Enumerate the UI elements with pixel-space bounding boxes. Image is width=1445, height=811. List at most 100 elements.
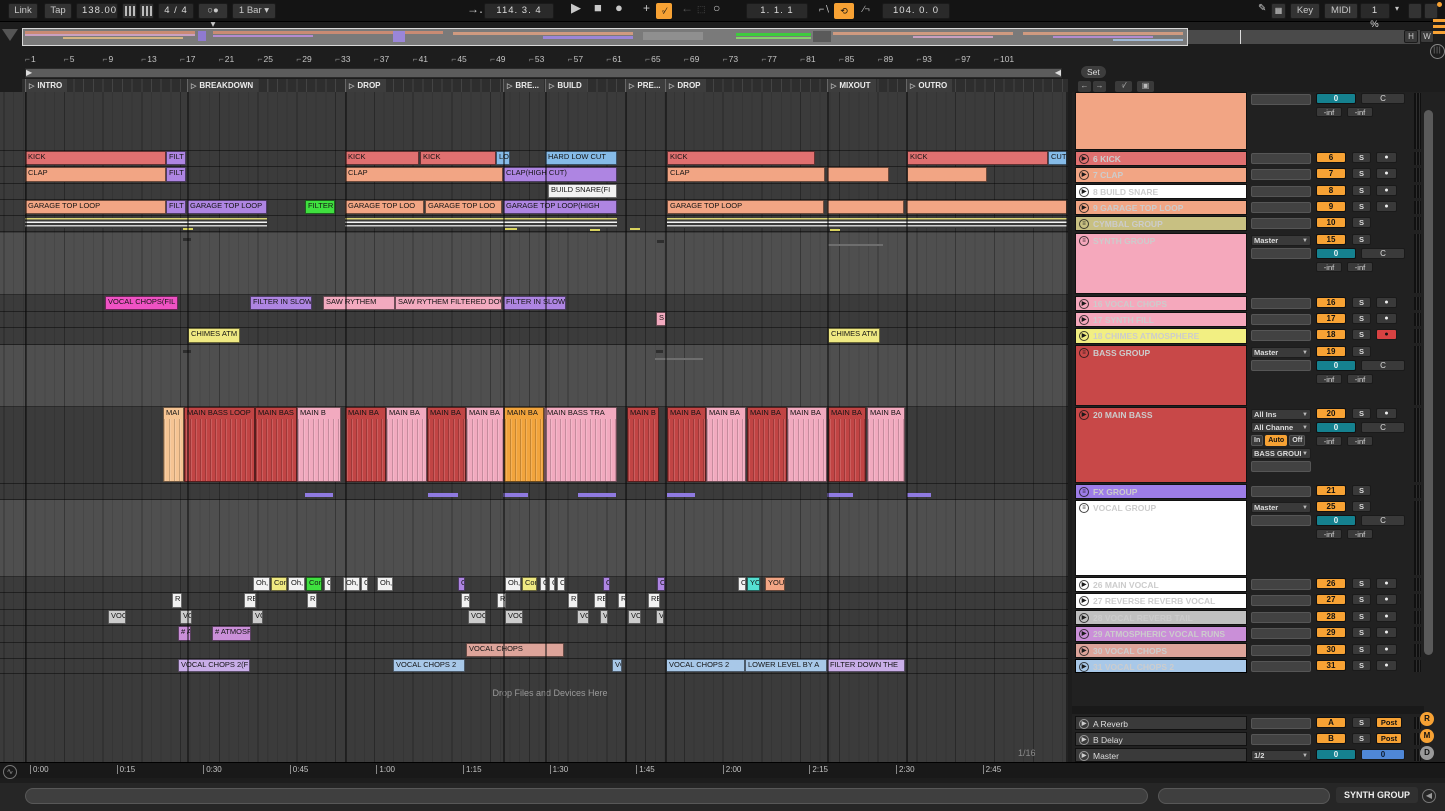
clip[interactable]: RE [244, 593, 256, 608]
solo-button[interactable]: S [1352, 611, 1371, 622]
nudge-up-button[interactable] [139, 3, 154, 19]
clip[interactable]: MAI [163, 407, 184, 482]
collapse-status-icon[interactable]: ◀ [1422, 789, 1436, 803]
clip[interactable]: C [361, 577, 368, 591]
solo-button[interactable]: S [1352, 152, 1371, 163]
clip[interactable]: SAW RYTHEM [323, 296, 395, 310]
io-box[interactable] [1251, 186, 1311, 197]
clip[interactable]: KICK [345, 151, 419, 165]
solo-button[interactable]: S [1352, 578, 1371, 589]
master-name-cell[interactable]: ▶Master [1075, 748, 1247, 762]
clip[interactable]: FILTER [305, 200, 335, 214]
clip[interactable]: O [738, 577, 746, 591]
solo-button[interactable]: S [1352, 594, 1371, 605]
clip[interactable]: FILT [166, 167, 186, 182]
clip[interactable] [906, 200, 1067, 214]
send-a-field[interactable]: -inf [1316, 374, 1342, 384]
track-activator[interactable]: 20 [1316, 408, 1346, 419]
clip[interactable]: Oh, [288, 577, 305, 591]
clip[interactable]: BUILD SNARE(FI [548, 184, 617, 198]
clip[interactable]: MAIN B [627, 407, 659, 482]
solo-button[interactable]: S [1352, 185, 1371, 196]
track-name-cell[interactable]: ▶9 GARAGE TOP LOOP [1075, 200, 1247, 215]
zoom-height-button[interactable]: H [1404, 30, 1418, 43]
pan-field[interactable]: C [1361, 248, 1405, 259]
clip[interactable]: CUT [1048, 151, 1067, 165]
punch-in-icon[interactable]: ⌐∖ [814, 2, 835, 18]
clip[interactable]: GARAGE TOP LOO [345, 200, 424, 214]
clip[interactable]: YO [747, 577, 760, 591]
computer-midi-keyboard-icon[interactable]: ▦ [1271, 3, 1286, 19]
audio-engine-icon[interactable]: ∿ [3, 765, 17, 779]
clip[interactable]: MAIN BA [466, 407, 504, 482]
return-name-cell[interactable]: ▶B Delay [1075, 732, 1247, 746]
tap-tempo-button[interactable]: Tap [44, 3, 72, 19]
nudge-down-button[interactable] [122, 3, 137, 19]
solo-button[interactable]: S [1352, 501, 1371, 512]
routing-menu[interactable]: All Channe ▼ [1251, 422, 1311, 433]
clip[interactable]: FILTER IN SLOWL [250, 296, 312, 310]
master-volume-field[interactable]: 0 [1316, 749, 1356, 760]
solo-button[interactable]: S [1352, 234, 1371, 245]
io-box[interactable] [1251, 612, 1311, 623]
send-a-field[interactable]: -inf [1316, 262, 1342, 272]
clip[interactable]: R [172, 593, 182, 608]
clip[interactable]: Oh, [377, 577, 393, 591]
loop-end-marker[interactable]: ◀ [1055, 68, 1061, 77]
volume-field[interactable]: 0 [1316, 248, 1356, 259]
io-show-icon[interactable]: ||| [1430, 44, 1445, 59]
clip[interactable]: O [657, 577, 665, 591]
track-activator[interactable]: 28 [1316, 611, 1346, 622]
track-activator[interactable]: 19 [1316, 346, 1346, 357]
solo-button[interactable]: S [1352, 717, 1371, 728]
io-box[interactable] [1251, 734, 1311, 745]
locator-drop[interactable]: ▷DROP [665, 79, 706, 92]
io-box[interactable] [1251, 248, 1311, 259]
locator-drop[interactable]: ▷DROP [345, 79, 386, 92]
arm-button[interactable]: ● [1376, 578, 1397, 589]
track-activator[interactable]: 26 [1316, 578, 1346, 589]
clip[interactable]: MAIN BA [828, 407, 866, 482]
locator-outro[interactable]: ▷OUTRO [906, 79, 952, 92]
punch-out-icon[interactable]: ∕¬ [858, 2, 875, 18]
monitor-auto[interactable]: Auto [1265, 435, 1287, 446]
clip[interactable]: R [461, 593, 470, 608]
clip[interactable]: Con [271, 577, 287, 591]
track-name-cell[interactable]: ▶17 SYNTH FILL [1075, 312, 1247, 327]
return-name-cell[interactable]: ▶A Reverb [1075, 716, 1247, 730]
clip[interactable]: MAIN BA [386, 407, 427, 482]
clip[interactable]: # A [178, 626, 191, 641]
routing-menu[interactable]: Master ▼ [1251, 502, 1311, 513]
clip[interactable]: Con [306, 577, 322, 591]
clip[interactable]: MAIN B [297, 407, 341, 482]
track-activator[interactable]: 27 [1316, 594, 1346, 605]
locator-pre[interactable]: ▷PRE... [625, 79, 666, 92]
track-activator[interactable]: 7 [1316, 168, 1346, 179]
loop-length-field[interactable]: 104. 0. 0 [882, 3, 950, 19]
quantize-menu[interactable]: 1 Bar ▾ [232, 3, 276, 19]
track-name-cell[interactable]: ≡VOCAL GROUP [1075, 500, 1247, 576]
bar-ruler[interactable]: ⌐1⌐5⌐9⌐13⌐17⌐21⌐25⌐29⌐33⌐37⌐41⌐45⌐49⌐53⌐… [0, 54, 1072, 67]
track-name-cell[interactable]: ≡CYMBAL GROUP [1075, 216, 1247, 231]
clip[interactable]: VO [612, 659, 622, 672]
clip[interactable]: RE [594, 593, 606, 608]
metronome-icon[interactable]: ○● ▾ [198, 3, 228, 19]
overdub-icon[interactable]: + [638, 1, 655, 17]
io-box[interactable] [1251, 360, 1311, 371]
arm-button[interactable]: ● [1376, 185, 1397, 196]
routing-menu[interactable]: All Ins ▼ [1251, 409, 1311, 420]
solo-button[interactable]: S [1352, 168, 1371, 179]
clip[interactable]: HARD LOW CUT [545, 151, 617, 165]
track-name-cell[interactable]: ▶30 VOCAL CHOPS [1075, 643, 1247, 658]
io-box[interactable] [1251, 298, 1311, 309]
clip[interactable]: RE [648, 593, 660, 608]
track-activator[interactable]: 29 [1316, 627, 1346, 638]
clip[interactable]: VOC [468, 610, 486, 624]
locator-row[interactable]: ▷INTRO▷BREAKDOWN▷DROP▷BRE...▷BUILD▷PRE..… [22, 79, 1068, 92]
clip[interactable]: MAIN BASS TRA [544, 407, 617, 482]
link-button[interactable]: Link [8, 3, 38, 19]
solo-button[interactable]: S [1352, 660, 1371, 671]
clip[interactable]: MAIN BA [747, 407, 787, 482]
arm-button[interactable]: ● [1376, 408, 1397, 419]
arm-button[interactable]: ● [1376, 594, 1397, 605]
